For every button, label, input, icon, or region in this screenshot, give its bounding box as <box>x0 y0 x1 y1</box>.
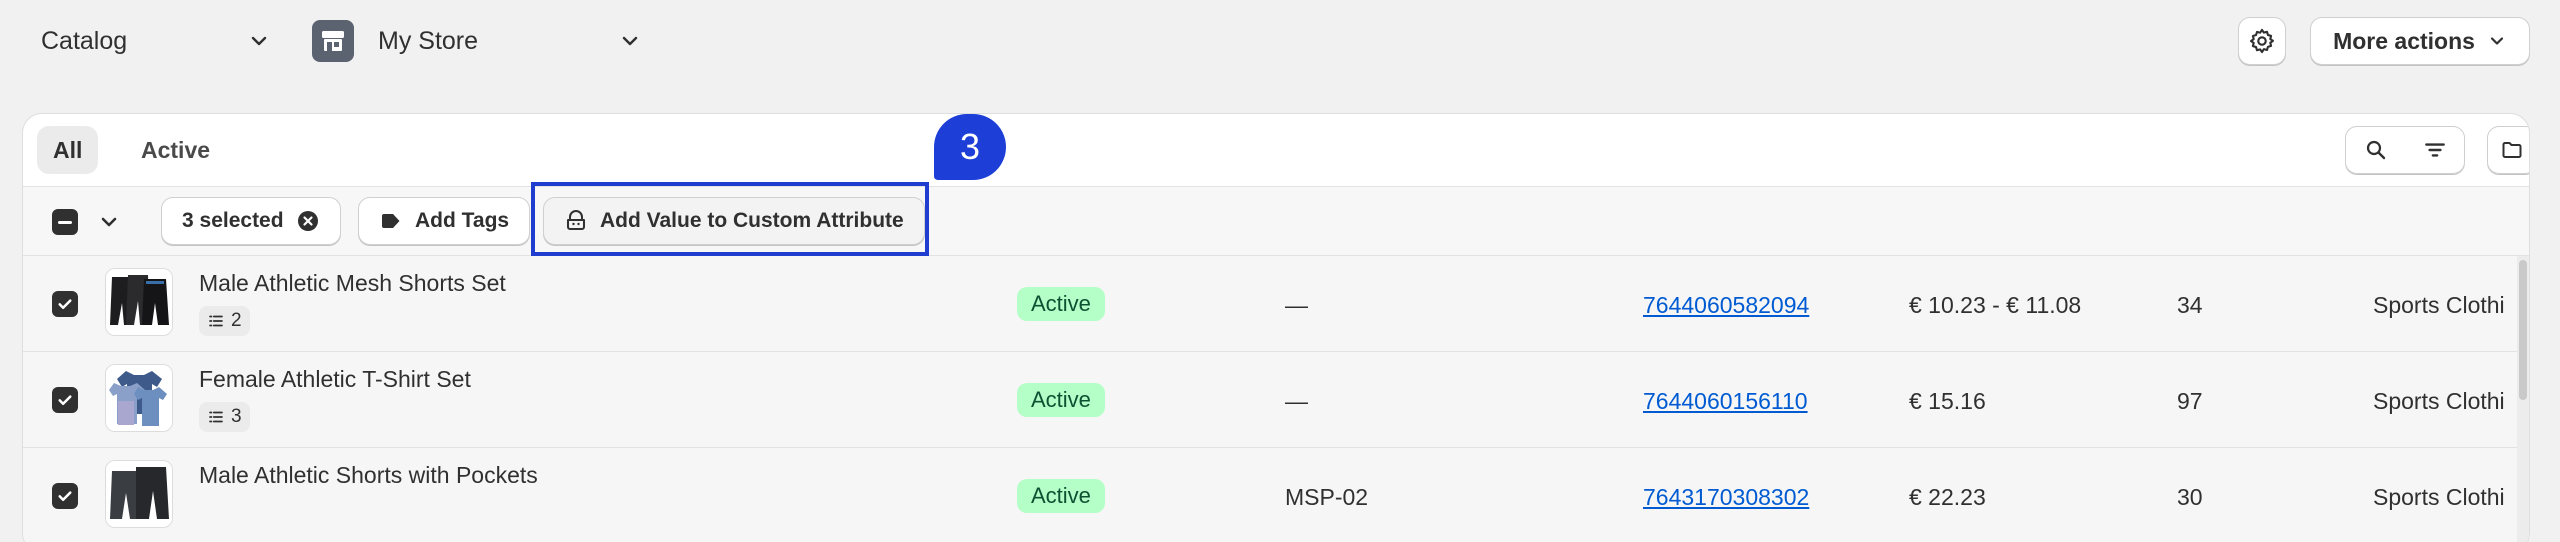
products-card: All Active 3 selected Add Tags Add Value… <box>22 113 2530 542</box>
product-title[interactable]: Male Athletic Mesh Shorts Set <box>199 270 506 297</box>
more-actions-button[interactable]: More actions <box>2310 17 2530 65</box>
filter-button[interactable] <box>2405 127 2464 173</box>
sku-cell: — <box>1285 292 1308 318</box>
product-thumbnail <box>105 460 173 528</box>
status-badge: Active <box>1017 383 1105 417</box>
shorts-image <box>106 461 172 527</box>
checkmark-icon <box>58 299 72 310</box>
chevron-down-icon <box>251 36 267 46</box>
list-icon <box>209 315 223 327</box>
view-tabs: All Active <box>23 114 2529 186</box>
variant-count: 3 <box>231 406 242 427</box>
search-icon <box>2366 140 2385 160</box>
gear-icon <box>2249 28 2275 54</box>
quantity-cell: 34 <box>2177 292 2203 318</box>
category-cell: Sports Clothi <box>2373 484 2505 510</box>
row-checkbox[interactable] <box>52 291 78 317</box>
chevron-down-icon[interactable] <box>97 210 121 234</box>
store-select[interactable]: My Store <box>312 16 642 66</box>
product-title[interactable]: Female Athletic T-Shirt Set <box>199 366 471 393</box>
row-checkbox[interactable] <box>52 483 78 509</box>
tab-all[interactable]: All <box>37 126 99 174</box>
add-tags-button[interactable]: Add Tags <box>358 197 531 245</box>
product-id-link[interactable]: 7644060582094 <box>1643 292 1809 319</box>
saved-views-button[interactable] <box>2487 126 2529 174</box>
quantity-cell: 97 <box>2177 388 2203 414</box>
settings-button[interactable] <box>2238 17 2286 65</box>
sku-cell: — <box>1285 388 1308 414</box>
store-label: My Store <box>378 26 479 55</box>
product-thumbnail <box>105 364 173 432</box>
product-title[interactable]: Male Athletic Shorts with Pockets <box>199 462 538 489</box>
status-badge: Active <box>1017 479 1105 513</box>
selected-count-label: 3 selected <box>182 209 284 232</box>
selected-count-pill[interactable]: 3 selected <box>161 197 341 245</box>
filter-icon <box>2424 143 2445 157</box>
checkmark-icon <box>58 491 72 502</box>
add-value-label: Add Value to Custom Attribute <box>600 209 904 232</box>
select-all-checkbox[interactable] <box>52 209 78 235</box>
chevron-down-icon <box>622 36 638 46</box>
clear-selection-icon[interactable] <box>296 209 320 233</box>
variant-count: 2 <box>231 310 242 331</box>
row-checkbox[interactable] <box>52 387 78 413</box>
table-row[interactable]: Male Athletic Shorts with Pockets Active… <box>23 448 2529 542</box>
tag-icon <box>382 214 400 228</box>
search-filter-group <box>2345 126 2465 174</box>
store-logo-icon <box>312 20 354 62</box>
table-row[interactable]: Male Athletic Mesh Shorts Set 2 Active —… <box>23 256 2529 352</box>
checkmark-icon <box>58 395 72 406</box>
category-cell: Sports Clothi <box>2373 292 2505 318</box>
price-cell: € 10.23 - € 11.08 <box>1909 292 2082 318</box>
price-cell: € 15.16 <box>1909 388 1986 414</box>
category-cell: Sports Clothi <box>2373 388 2505 414</box>
more-actions-label: More actions <box>2333 27 2475 54</box>
catalog-select[interactable]: Catalog <box>41 16 271 66</box>
search-button[interactable] <box>2346 127 2405 173</box>
add-value-custom-attribute-button[interactable]: Add Value to Custom Attribute <box>543 197 925 245</box>
table-scrollbar[interactable] <box>2517 256 2529 542</box>
add-tags-label: Add Tags <box>415 209 510 232</box>
price-cell: € 22.23 <box>1909 484 1986 510</box>
status-badge: Active <box>1017 287 1105 321</box>
product-thumbnail <box>105 268 173 336</box>
quantity-cell: 30 <box>2177 484 2203 510</box>
product-id-link[interactable]: 7643170308302 <box>1643 484 1809 511</box>
chevron-down-icon <box>2490 37 2504 45</box>
folder-icon <box>2502 142 2522 158</box>
variant-count-badge: 2 <box>199 306 250 336</box>
step-number-badge: 3 <box>934 114 1006 180</box>
top-bar: Catalog My Store More actions <box>0 0 2560 82</box>
table-row[interactable]: Female Athletic T-Shirt Set 3 Active — 7… <box>23 352 2529 448</box>
custom-attribute-icon <box>567 210 585 230</box>
shorts-image <box>106 269 172 335</box>
list-icon <box>209 411 223 423</box>
bulk-actions-bar: 3 selected Add Tags Add Value to Custom … <box>23 186 2529 256</box>
tshirt-image <box>106 365 172 431</box>
product-id-link[interactable]: 7644060156110 <box>1643 388 1808 415</box>
catalog-label: Catalog <box>41 26 128 55</box>
sku-cell: MSP-02 <box>1285 484 1369 510</box>
tab-active[interactable]: Active <box>125 126 226 174</box>
variant-count-badge: 3 <box>199 402 250 432</box>
